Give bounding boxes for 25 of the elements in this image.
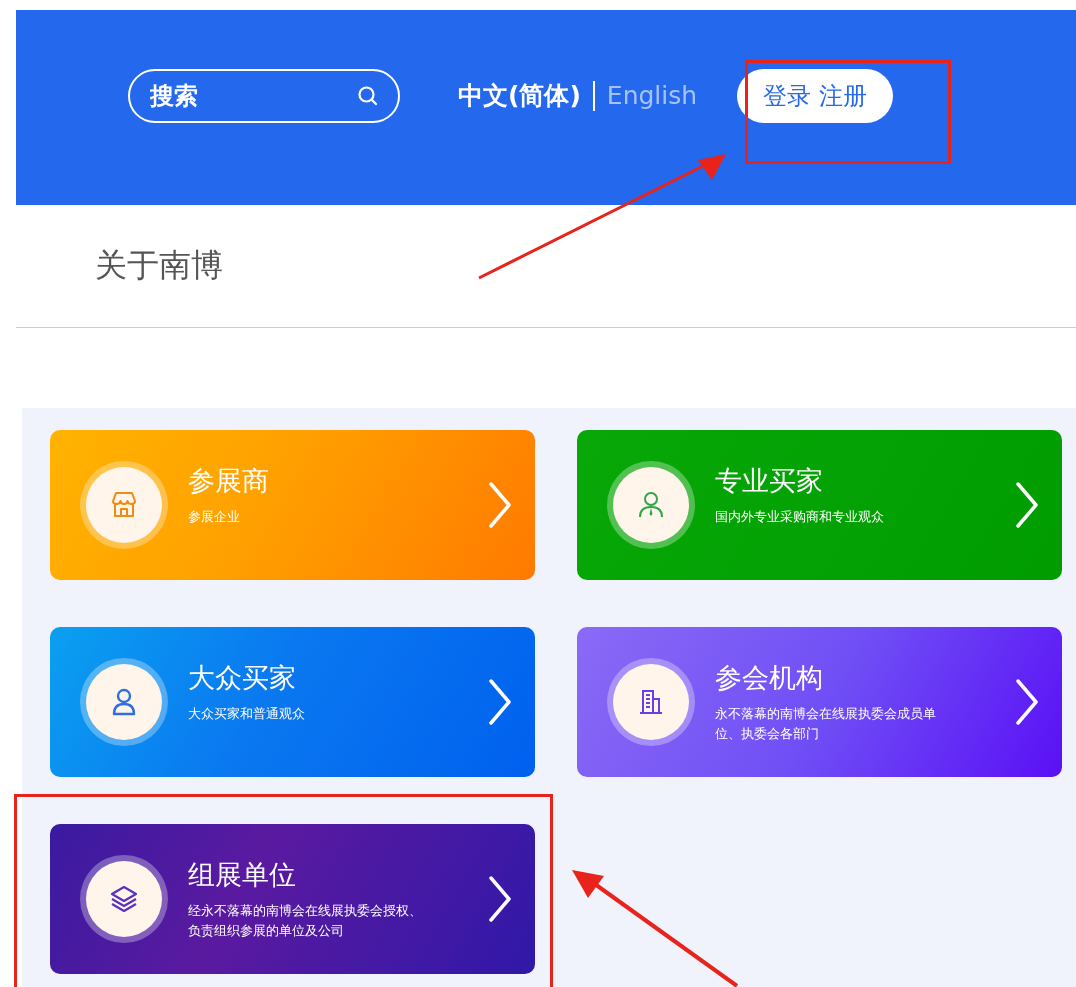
language-link[interactable]: 中文(简体) <box>458 79 581 112</box>
card-description: 参展企业 <box>188 508 241 526</box>
card-title: 参会机构 <box>715 661 824 695</box>
search-icon[interactable] <box>356 83 380 108</box>
card-description: 国内外专业采购商和专业观众 <box>715 508 885 526</box>
card-title: 专业买家 <box>715 464 824 498</box>
category-card[interactable]: 组展单位 经永不落幕的南博会在线展执委会授权、负责组织参展的单位及公司 <box>50 824 535 974</box>
login-register-button[interactable]: 登录 注册 <box>737 68 894 123</box>
category-card[interactable]: 大众买家 大众买家和普通观众 <box>50 627 535 777</box>
card-description: 永不落幕的南博会在线展执委会成员单位、执委会各部门 <box>715 705 937 743</box>
card-title: 参展商 <box>188 464 270 498</box>
chevron-right-icon <box>1014 481 1040 529</box>
card-description: 经永不落幕的南博会在线展执委会授权、负责组织参展的单位及公司 <box>188 902 423 940</box>
card-title: 大众买家 <box>188 661 297 695</box>
nav-title[interactable]: 关于南博 <box>95 244 223 288</box>
language-link[interactable]: English <box>606 81 698 110</box>
card-description: 大众买家和普通观众 <box>188 705 306 723</box>
category-card[interactable]: 专业买家 国内外专业采购商和专业观众 <box>577 430 1062 580</box>
card-title: 组展单位 <box>188 858 297 892</box>
search-field[interactable]: 搜索 <box>128 68 400 123</box>
category-card[interactable]: 参会机构 永不落幕的南博会在线展执委会成员单位、执委会各部门 <box>577 627 1062 777</box>
chevron-right-icon <box>487 678 513 726</box>
chevron-right-icon <box>1014 678 1040 726</box>
chevron-right-icon <box>487 875 513 923</box>
chevron-right-icon <box>487 481 513 529</box>
